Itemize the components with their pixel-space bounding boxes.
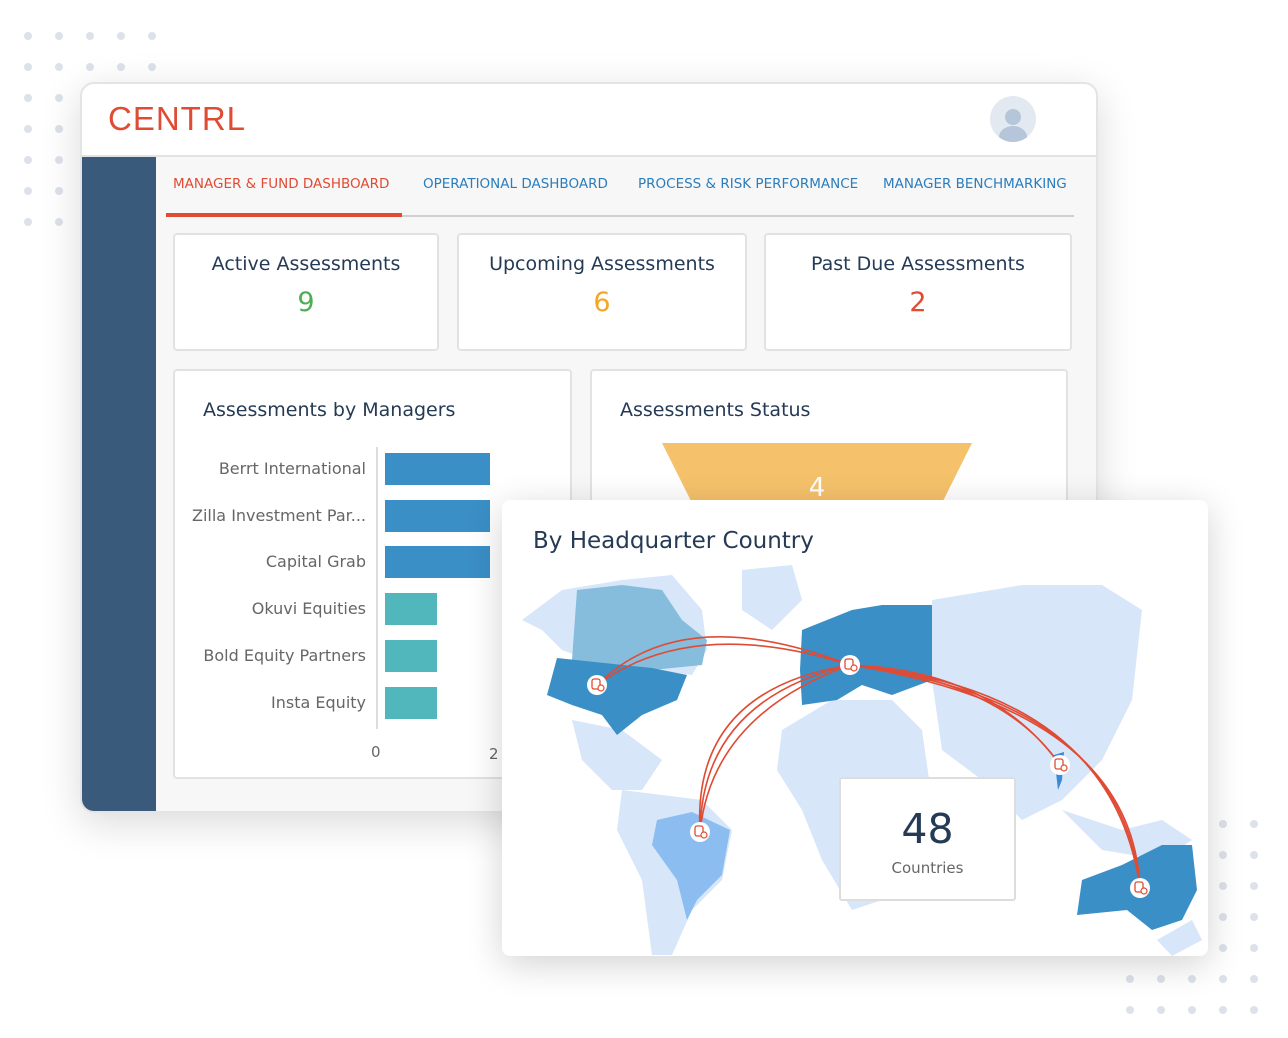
decor-dot [24,218,32,226]
server-pin-icon[interactable] [690,822,710,842]
server-pin-icon[interactable] [840,655,860,675]
decor-dot [55,63,63,71]
decor-dot [24,125,32,133]
active-assessments-card[interactable]: Active Assessments 9 [173,233,439,351]
decor-dot [1219,944,1227,952]
decor-dot [1219,913,1227,921]
decor-dot [148,63,156,71]
y-axis-line [376,447,378,729]
decor-dot [1188,1006,1196,1014]
bar[interactable] [385,453,490,485]
bar-label: Insta Equity [271,692,366,712]
stat-value: 9 [297,287,315,318]
decor-dot [24,187,32,195]
decor-dot [1250,820,1258,828]
card-title: Assessments Status [620,399,811,421]
decor-dot [86,32,94,40]
decor-dot [1219,882,1227,890]
decor-dot [24,32,32,40]
decor-dot [1219,851,1227,859]
decor-dot [55,32,63,40]
decor-dot [1157,1006,1165,1014]
decor-dot [1188,975,1196,983]
card-title: Assessments by Managers [203,399,456,421]
decor-dot [1250,913,1258,921]
decor-dot [24,94,32,102]
bar-label: Okuvi Equities [251,599,366,619]
logo: CENTRL [108,100,247,137]
stat-label: Active Assessments [211,253,401,275]
bar-label: Bold Equity Partners [203,645,366,665]
decor-dot [1250,975,1258,983]
bar-label: Berrt International [218,459,366,478]
countries-label: Countries [891,859,964,877]
bar-label: Zilla Investment Par... [192,505,366,525]
tab-operational-dashboard[interactable]: OPERATIONAL DASHBOARD [423,176,608,192]
decor-dot [86,63,94,71]
decor-dot [148,32,156,40]
decor-dot [55,94,63,102]
app-header: CENTRL [82,84,1096,157]
past-due-assessments-card[interactable]: Past Due Assessments 2 [764,233,1072,351]
decor-dot [1250,944,1258,952]
bar[interactable] [385,639,437,672]
server-pin-icon[interactable] [1130,878,1150,898]
decor-dot [1219,820,1227,828]
decor-dot [55,125,63,133]
decor-dot [1219,975,1227,983]
countries-count-box: 48 Countries [839,777,1016,901]
user-avatar-icon[interactable] [990,96,1036,142]
decor-dot [1250,851,1258,859]
x-tick: 2 [489,745,499,763]
headquarter-map-card: By Headquarter Country 48 Countries [502,500,1208,956]
tab-bar: MANAGER & FUND DASHBOARD OPERATIONAL DAS… [166,157,1074,217]
decor-dot [1157,975,1165,983]
sidebar [82,157,156,811]
decor-dot [1126,975,1134,983]
bar[interactable] [385,499,490,532]
bar[interactable] [385,686,437,719]
decor-dot [117,63,125,71]
bar[interactable] [385,593,437,626]
tab-manager-benchmarking[interactable]: MANAGER BENCHMARKING [883,176,1067,192]
bar-label: Capital Grab [265,552,366,572]
decor-dot [1126,1006,1134,1014]
active-tab-indicator [166,213,402,217]
decor-dot [117,32,125,40]
funnel-value: 4 [809,473,826,503]
stat-label: Upcoming Assessments [489,253,715,275]
stat-value: 6 [593,287,611,318]
decor-dot [24,63,32,71]
tab-process-risk-performance[interactable]: PROCESS & RISK PERFORMANCE [638,176,858,192]
decor-dot [55,156,63,164]
decor-dot [1250,1006,1258,1014]
decor-dot [24,156,32,164]
x-tick: 0 [371,743,381,761]
decor-dot [1250,882,1258,890]
tab-manager-fund-dashboard[interactable]: MANAGER & FUND DASHBOARD [173,176,389,192]
decor-dot [55,187,63,195]
countries-count: 48 [901,805,954,853]
stat-label: Past Due Assessments [811,253,1025,275]
upcoming-assessments-card[interactable]: Upcoming Assessments 6 [457,233,747,351]
stat-value: 2 [909,287,927,318]
bar[interactable] [385,546,490,579]
decor-dot [1219,1006,1227,1014]
decor-dot [55,218,63,226]
server-pin-icon[interactable] [587,675,607,695]
server-pin-icon[interactable] [1050,755,1070,775]
